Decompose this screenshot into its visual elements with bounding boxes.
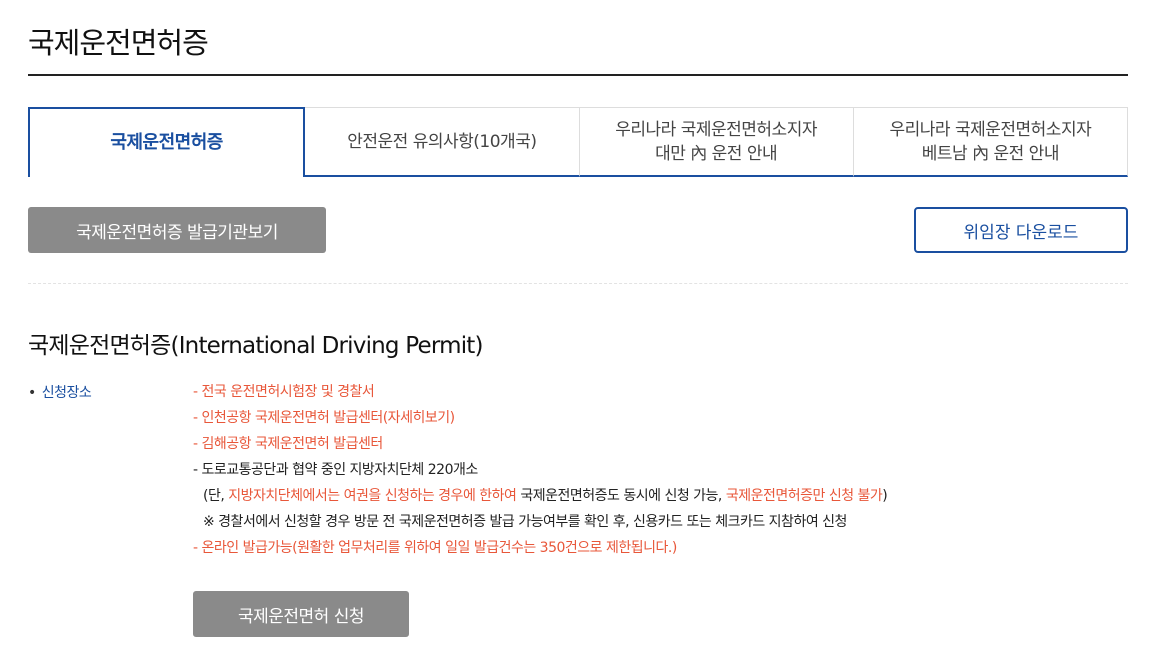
proxy-download-button[interactable]: 위임장 다운로드 — [914, 207, 1128, 253]
note-highlight: 지방자치단체에서는 여권을 신청하는 경우에 한하여 — [228, 488, 517, 504]
list-item: - 김해공항 국제운전면허 발급센터 — [193, 436, 383, 452]
list-item-notice: ※ 경찰서에서 신청할 경우 방문 전 국제운전면허증 발급 가능여부를 확인 … — [203, 514, 847, 530]
note-text: 국제운전면허증도 동시에 신청 가능, — [516, 488, 726, 504]
tab-label: 우리나라 국제운전면허소지자 — [889, 119, 1092, 140]
list-item-note: (단, 지방자치단체에서는 여권을 신청하는 경우에 한하여 국제운전면허증도 … — [193, 486, 1133, 512]
note-highlight: 국제운전면허증만 신청 불가 — [725, 488, 883, 504]
tab-international-license[interactable]: 국제운전면허증 — [28, 107, 306, 177]
tab-sublabel: 베트남 內 운전 안내 — [921, 143, 1060, 164]
apply-license-button[interactable]: 국제운전면허 신청 — [193, 591, 409, 637]
section-divider — [28, 283, 1128, 284]
tab-sublabel: 대만 內 운전 안내 — [655, 143, 778, 164]
list-item-online: - 온라인 발급가능(원활한 업무처리를 위하여 일일 발급건수는 350건으로… — [193, 540, 677, 556]
label-text: 신청장소 — [41, 385, 92, 401]
tab-bar: 국제운전면허증 안전운전 유의사항(10개국) 우리나라 국제운전면허소지자 대… — [28, 107, 1128, 177]
title-rule — [28, 74, 1128, 76]
section-title: 국제운전면허증(International Driving Permit) — [28, 333, 483, 359]
tab-safe-driving-tips[interactable]: 안전운전 유의사항(10개국) — [305, 107, 580, 177]
tab-label: 안전운전 유의사항(10개국) — [347, 131, 537, 152]
tab-vietnam-driving-guide[interactable]: 우리나라 국제운전면허소지자 베트남 內 운전 안내 — [853, 107, 1128, 177]
application-place-label: • 신청장소 — [28, 382, 92, 402]
application-place-list: - 전국 운전면허시험장 및 경찰서 - 인천공항 국제운전면허 발급센터(자세… — [193, 382, 1133, 564]
list-item: - 전국 운전면허시험장 및 경찰서 — [193, 384, 375, 400]
tab-taiwan-driving-guide[interactable]: 우리나라 국제운전면허소지자 대만 內 운전 안내 — [579, 107, 854, 177]
view-issuers-button[interactable]: 국제운전면허증 발급기관보기 — [28, 207, 326, 253]
note-text: ) — [882, 488, 888, 504]
tab-label: 국제운전면허증 — [110, 132, 223, 153]
note-text: (단, — [203, 488, 229, 504]
bullet-icon: • — [28, 385, 36, 401]
page-title: 국제운전면허증 — [28, 26, 209, 60]
list-item-incheon-link[interactable]: - 인천공항 국제운전면허 발급센터(자세히보기) — [193, 408, 1133, 434]
list-item: - 도로교통공단과 협약 중인 지방자치단체 220개소 — [193, 462, 478, 478]
tab-label: 우리나라 국제운전면허소지자 — [615, 119, 817, 140]
